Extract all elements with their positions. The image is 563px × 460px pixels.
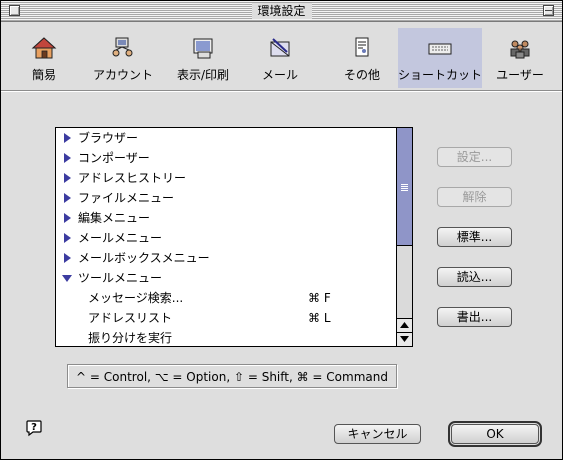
svg-text:?: ?	[31, 422, 37, 433]
standard-button[interactable]: 標準...	[437, 227, 512, 247]
export-button[interactable]: 書出...	[437, 307, 512, 327]
house-icon	[31, 37, 57, 59]
arrow-down-icon	[400, 336, 409, 342]
disclosure-triangle-icon[interactable]	[62, 253, 72, 263]
disclosure-triangle-icon[interactable]	[62, 233, 72, 243]
display-print-icon	[193, 38, 213, 59]
tab-mail[interactable]: メール	[249, 28, 311, 88]
tab-shortcut[interactable]: ショートカット	[398, 28, 482, 88]
tab-account-label: アカウント	[92, 68, 153, 82]
mail-icon	[270, 38, 290, 57]
modifier-legend: ^ = Control, ⌥ = Option, ⇧ = Shift, ⌘ = …	[67, 364, 397, 388]
preferences-toolbar: 簡易 アカウント 表示/印刷 メール その他 ショートカット ユーザー	[1, 22, 562, 91]
list-item-label: アドレスヒストリー	[78, 171, 187, 185]
cancel-button[interactable]: キャンセル	[334, 424, 421, 444]
tab-other[interactable]: その他	[331, 28, 393, 88]
ok-button[interactable]: OK	[448, 421, 542, 447]
list-item-label: アドレスリスト	[88, 311, 173, 325]
scroll-up-button[interactable]	[397, 318, 412, 332]
disclosure-triangle-icon[interactable]	[62, 173, 72, 183]
account-icon	[112, 37, 133, 57]
list-item[interactable]: メールボックスメニュー	[56, 248, 399, 268]
close-box[interactable]	[9, 5, 20, 16]
list-scrollbar[interactable]	[396, 128, 412, 346]
tab-simple-label: 簡易	[31, 68, 56, 82]
preferences-window: 環境設定 簡易 アカウント 表示/印刷 メール その他 ショートカット ユーザー…	[0, 0, 563, 460]
tab-mail-label: メール	[261, 68, 298, 82]
set-button[interactable]: 設定...	[437, 147, 512, 167]
list-item-label: メールメニュー	[78, 231, 163, 245]
list-item[interactable]: ブラウザー	[56, 128, 399, 148]
list-item[interactable]: ツールメニュー	[56, 268, 399, 288]
list-item[interactable]: メールメニュー	[56, 228, 399, 248]
list-item-label: ツールメニュー	[78, 271, 163, 285]
scroll-thumb[interactable]	[397, 128, 412, 246]
shortcut-key: ⌘ L	[308, 311, 331, 325]
list-item[interactable]: ファイルメニュー	[56, 188, 399, 208]
tab-display-print[interactable]: 表示/印刷	[167, 28, 239, 88]
disclosure-triangle-icon[interactable]	[62, 153, 72, 163]
import-button[interactable]: 読込...	[437, 267, 512, 287]
list-item-label: ファイルメニュー	[78, 191, 175, 205]
disclosure-triangle-icon[interactable]	[62, 213, 72, 223]
list-item-label: 編集メニュー	[78, 211, 151, 225]
other-icon	[355, 37, 369, 57]
list-item[interactable]: 編集メニュー	[56, 208, 399, 228]
list-item-label: メッセージ検索...	[88, 291, 184, 305]
clear-button[interactable]: 解除	[437, 187, 512, 207]
tab-display-print-label: 表示/印刷	[176, 68, 230, 82]
list-item-label: メールボックスメニュー	[78, 251, 210, 265]
list-item[interactable]: 振り分けを実行	[56, 328, 399, 348]
list-item-label: コンポーザー	[78, 151, 150, 165]
arrow-up-icon	[400, 322, 409, 328]
window-title: 環境設定	[251, 3, 312, 19]
tab-shortcut-label: ショートカット	[398, 68, 483, 82]
users-icon	[510, 40, 530, 59]
disclosure-triangle-expanded-icon[interactable]	[62, 273, 72, 283]
tab-simple[interactable]: 簡易	[13, 28, 75, 88]
list-item[interactable]: メッセージ検索... ⌘ F	[56, 288, 399, 308]
list-item-label: 振り分けを実行	[88, 331, 173, 345]
shortcut-list[interactable]: ブラウザー コンポーザー アドレスヒストリー ファイルメニュー 編集メニュー メ…	[55, 127, 413, 347]
tab-account[interactable]: アカウント	[85, 28, 161, 88]
list-item[interactable]: アドレスヒストリー	[56, 168, 399, 188]
list-item[interactable]: アドレスリスト ⌘ L	[56, 308, 399, 328]
shortcut-key: ⌘ F	[308, 291, 331, 305]
keyboard-icon	[428, 43, 452, 55]
tab-users-label: ユーザー	[496, 68, 544, 82]
tab-users[interactable]: ユーザー	[487, 28, 553, 88]
scroll-down-button[interactable]	[397, 332, 412, 346]
title-bar[interactable]: 環境設定	[1, 1, 562, 22]
collapse-box[interactable]	[543, 5, 554, 16]
disclosure-triangle-icon[interactable]	[62, 133, 72, 143]
tab-other-label: その他	[343, 68, 380, 82]
help-icon[interactable]: ?	[25, 419, 43, 437]
list-item-label: ブラウザー	[78, 131, 139, 145]
list-item[interactable]: コンポーザー	[56, 148, 399, 168]
scroll-grip	[401, 184, 408, 191]
disclosure-triangle-icon[interactable]	[62, 193, 72, 203]
